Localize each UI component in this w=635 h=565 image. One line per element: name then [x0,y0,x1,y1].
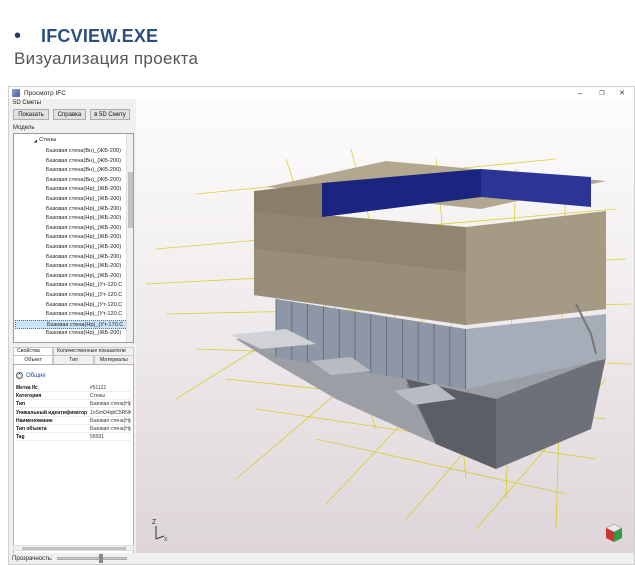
axis-x-label: X [164,537,168,543]
tree-item[interactable]: Базовая стена(Вн)_(ЖБ-200) [46,157,128,167]
window-title: Просмотр IFC [24,89,66,97]
property-key: Уникальный идентификатор [16,409,88,416]
properties-hscrollbar[interactable] [13,545,134,551]
tab-properties[interactable]: Свойства [13,347,53,355]
tree-scrollbar[interactable] [126,134,133,342]
property-value: Стены [90,393,105,400]
tab-type[interactable]: Тип [53,355,94,364]
property-value: 1nSmO4qbC5RNK [90,409,131,416]
estimate-label: 5D Сметы [13,100,41,106]
tree-item[interactable]: Базовая стена(Нр)_(Ут-120.С [46,310,128,320]
model-tree[interactable]: ◢ Стены Базовая стена(Вн)_(ЖБ-200) Базова… [13,133,134,343]
transparency-slider[interactable] [56,554,127,563]
tree-item[interactable]: Базовая стена(Нр)_(ЖБ-200) [46,214,128,224]
maximize-button[interactable]: ❐ [592,87,612,99]
property-key: Tag [16,434,25,441]
close-button[interactable]: ✕ [612,87,632,99]
tree-item[interactable]: Базовая стена(Нр)_(Ут-120.С [46,291,128,301]
property-value: Базовая стена(Нр) [90,401,131,408]
bullet-icon: • [14,25,22,47]
property-row[interactable]: Наименование Базовая стена(Нр) [16,417,131,425]
tree-item[interactable]: Базовая стена(Нр)_(ЖБ-200) [46,195,128,205]
property-row[interactable]: Метка Ifc #51121 [16,384,131,392]
tab-quantities[interactable]: Количественные показатели [53,347,134,355]
axis-x-line [155,535,165,540]
minimize-button[interactable]: – [570,87,590,99]
tree-item[interactable]: Базовая стена(Нр)_(ЖБ-200) [46,262,128,272]
tree-scroll-thumb[interactable] [128,172,133,228]
property-key: Категория [16,393,42,400]
tree-item[interactable]: Базовая стена(Нр)_(Ут-170.С [15,319,128,330]
tree-item[interactable]: Базовая стена(Нр)_(ЖБ-200) [46,205,128,215]
presentation-slide: • IFCVIEW.EXE Визуализация проекта Просм… [0,0,635,565]
help-button[interactable]: Справка [53,109,86,120]
tree-item[interactable]: Базовая стена(Нр)_(ЖБ-200) [46,243,128,253]
tree-item[interactable]: Базовая стена(Нр)_(ЖБ-200) [46,185,128,195]
property-value: Базовая стена(Нр) [90,426,131,432]
property-row[interactable]: Уникальный идентификатор 1nSmO4qbC5RNK [16,409,131,417]
show-button[interactable]: Показать [13,109,49,120]
model-label: Модель [13,125,35,131]
tab-materials[interactable]: Материалы [93,355,134,364]
property-row[interactable]: Тип объекта Базовая стена(Нр) [16,425,131,433]
tree-node-label: Стены [39,137,57,143]
tree-item[interactable]: Базовая стена(Вн)_(ЖБ-200) [46,166,128,176]
app-icon [12,89,20,97]
ifc-viewer-window: Просмотр IFC – ❐ ✕ 5D Сметы Показать Спр… [8,86,635,565]
slide-subtitle: Визуализация проекта [14,49,199,68]
left-panel: 5D Сметы Показать Справка в 5D Смету Мод… [9,99,136,554]
tree-item[interactable]: Базовая стена(Нр)_(ЖБ-200) [46,272,128,282]
property-row[interactable]: Tag 55591 [16,433,131,442]
window-titlebar[interactable]: Просмотр IFC – ❐ ✕ [9,87,634,99]
to-estimate-button[interactable]: в 5D Смету [90,109,130,120]
property-value: 55591 [90,434,104,441]
collapse-icon[interactable]: ^ [16,372,23,379]
property-key: Метка Ifc [16,385,38,391]
transparency-label: Прозрачность: [12,555,53,562]
property-tabs: Свойства Количественные показатели [13,347,134,355]
property-value: Базовая стена(Нр) [90,417,131,424]
group-title: Общие [26,372,46,379]
tree-item[interactable]: Базовая стена(Нр)_(Ут-120.С [46,301,128,311]
tree-item[interactable]: Базовая стена(Вн)_(ЖБ-200) [46,147,128,157]
upper-wall-right [466,211,606,325]
tab-object[interactable]: Объект [13,355,54,364]
building-model[interactable]: Z X [136,99,634,553]
property-value: #51121 [90,385,107,391]
3d-viewport[interactable]: Z X [136,99,634,553]
object-tabs: Объект Тип Материалы [13,355,134,364]
property-key: Тип объекта [16,426,47,432]
tree-item[interactable]: Базовая стена(Вн)_(ЖБ-200) [46,176,128,186]
view-cube-icon[interactable] [605,523,623,542]
slide-heading: IFCVIEW.EXE [41,25,159,46]
tree-node-walls[interactable]: ◢ Стены [34,137,56,143]
properties-grid: ^ Общие Метка Ifc #51121 Категория Стены Тип… [13,364,134,554]
property-row[interactable]: Тип Базовая стена(Нр) [16,400,131,409]
tree-item[interactable]: Базовая стена(Нр)_(Ут-120.С [46,281,128,291]
tree-item[interactable]: Базовая стена(Нр)_(ЖБ-200) [46,233,128,243]
property-row[interactable]: Категория Стены [16,392,131,401]
tree-item[interactable]: Базовая стена(Нр)_(ЖБ-200) [46,329,128,339]
group-general[interactable]: ^ Общие [16,372,46,379]
tree-item[interactable]: Базовая стена(Нр)_(ЖБ-200) [46,253,128,263]
tree-expander-icon[interactable]: ◢ [34,138,37,143]
property-key: Наименование [16,417,53,424]
transparency-slider-thumb[interactable] [99,554,104,563]
axis-z-label: Z [152,519,157,526]
tree-item[interactable]: Базовая стена(Нр)_(ЖБ-200) [46,224,128,234]
property-key: Тип [16,401,25,408]
slide-heading-line: • IFCVIEW.EXE [14,25,158,47]
properties-hscroll-thumb[interactable] [22,547,126,550]
status-bar: Прозрачность: [9,553,634,564]
